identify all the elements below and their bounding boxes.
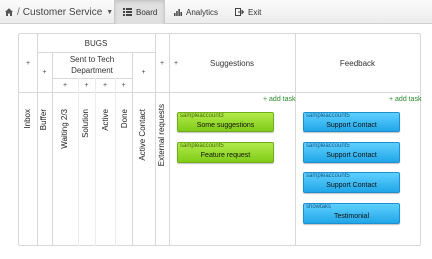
add-column-button[interactable]: + xyxy=(63,80,67,91)
task-card[interactable]: sampleaccount5 Support Contact xyxy=(303,172,400,193)
bugs-header: BUGS xyxy=(37,34,155,52)
task-title: Feature request xyxy=(200,152,251,159)
add-column-button[interactable]: + xyxy=(121,80,125,91)
top-nav-bar: / Customer Service ▼ Board Analytics Exi… xyxy=(0,0,432,24)
exit-icon xyxy=(235,8,244,16)
column-label-buffer: Buffer xyxy=(39,109,48,131)
waiting-header: + xyxy=(52,78,78,92)
task-owner: sampleaccount5 xyxy=(306,113,350,119)
task-card[interactable]: sampleaccount3 Some suggestions xyxy=(177,112,274,132)
task-card[interactable]: showtaks Testimonial xyxy=(303,203,400,224)
add-column-button[interactable]: + xyxy=(141,67,145,78)
buffer-header: + xyxy=(37,52,52,92)
inbox-header: + xyxy=(19,34,37,92)
task-owner: sampleaccount5 xyxy=(306,143,350,149)
task-title: Some suggestions xyxy=(196,122,255,129)
solution-header: + xyxy=(78,78,95,92)
task-title: Support Contact xyxy=(326,122,377,129)
active-contact-header: + xyxy=(155,34,169,92)
task-owner: showtaks xyxy=(306,204,332,210)
column-label-inbox: Inbox xyxy=(23,109,32,129)
task-card[interactable]: sampleaccount5 Feature request xyxy=(177,142,274,163)
sent-to-tech-label: Sent to Tech Department xyxy=(69,55,115,75)
chevron-down-icon: ▼ xyxy=(106,8,114,16)
tab-analytics[interactable]: Analytics xyxy=(174,0,226,24)
suggestions-header-label: Suggestions xyxy=(209,58,255,68)
task-title: Support Contact xyxy=(326,152,377,159)
tab-exit-label: Exit xyxy=(248,7,262,17)
suggestions-header: Suggestions xyxy=(169,34,295,92)
tab-board-label: Board xyxy=(136,7,158,17)
tab-analytics-label: Analytics xyxy=(186,7,219,17)
column-label-external-requests: External requests xyxy=(157,104,166,167)
board-icon xyxy=(123,8,132,16)
bugs-header-label: BUGS xyxy=(84,38,108,48)
task-card[interactable]: sampleaccount5 Support Contact xyxy=(303,112,400,132)
task-owner: sampleaccount5 xyxy=(306,173,350,179)
active-sub-header: + xyxy=(115,78,132,92)
column-label-waiting: Waiting 2/3 xyxy=(60,109,69,149)
add-column-button[interactable]: + xyxy=(42,67,46,78)
home-icon xyxy=(5,8,13,16)
active-header: + xyxy=(95,78,115,92)
add-column-button[interactable]: + xyxy=(84,80,88,91)
add-task-suggestions-link[interactable]: + add task xyxy=(263,96,296,103)
add-task-feedback-link[interactable]: + add task xyxy=(389,96,422,103)
breadcrumb-separator: / xyxy=(17,6,20,18)
feedback-header-label: Feedback xyxy=(339,58,376,68)
tab-exit[interactable]: Exit xyxy=(235,0,269,24)
kanban-board: + BUGS + Sent to Tech Department + + + +… xyxy=(18,33,422,246)
project-breadcrumb[interactable]: / Customer Service ▼ xyxy=(4,0,113,24)
task-title: Support Contact xyxy=(326,182,377,189)
feedback-header: Feedback xyxy=(295,34,420,92)
bar-chart-icon xyxy=(174,9,182,16)
project-title: Customer Service xyxy=(22,6,103,18)
column-label-done: Done xyxy=(120,109,129,129)
task-card[interactable]: sampleaccount5 Support Contact xyxy=(303,142,400,163)
task-owner: sampleaccount5 xyxy=(180,143,224,149)
column-label-active-contact: Active Contact xyxy=(138,109,147,161)
task-title: Testimonial xyxy=(333,213,369,220)
column-label-active: Active xyxy=(101,109,110,131)
add-column-button[interactable]: + xyxy=(103,80,107,91)
column-label-solution: Solution xyxy=(81,109,90,138)
sent-to-tech-header: Sent to Tech Department xyxy=(52,52,132,78)
add-column-button[interactable]: + xyxy=(160,58,164,69)
tab-board[interactable]: Board xyxy=(114,0,165,24)
done-header: + xyxy=(132,52,155,92)
task-owner: sampleaccount3 xyxy=(180,113,224,119)
add-column-button[interactable]: + xyxy=(26,58,30,69)
